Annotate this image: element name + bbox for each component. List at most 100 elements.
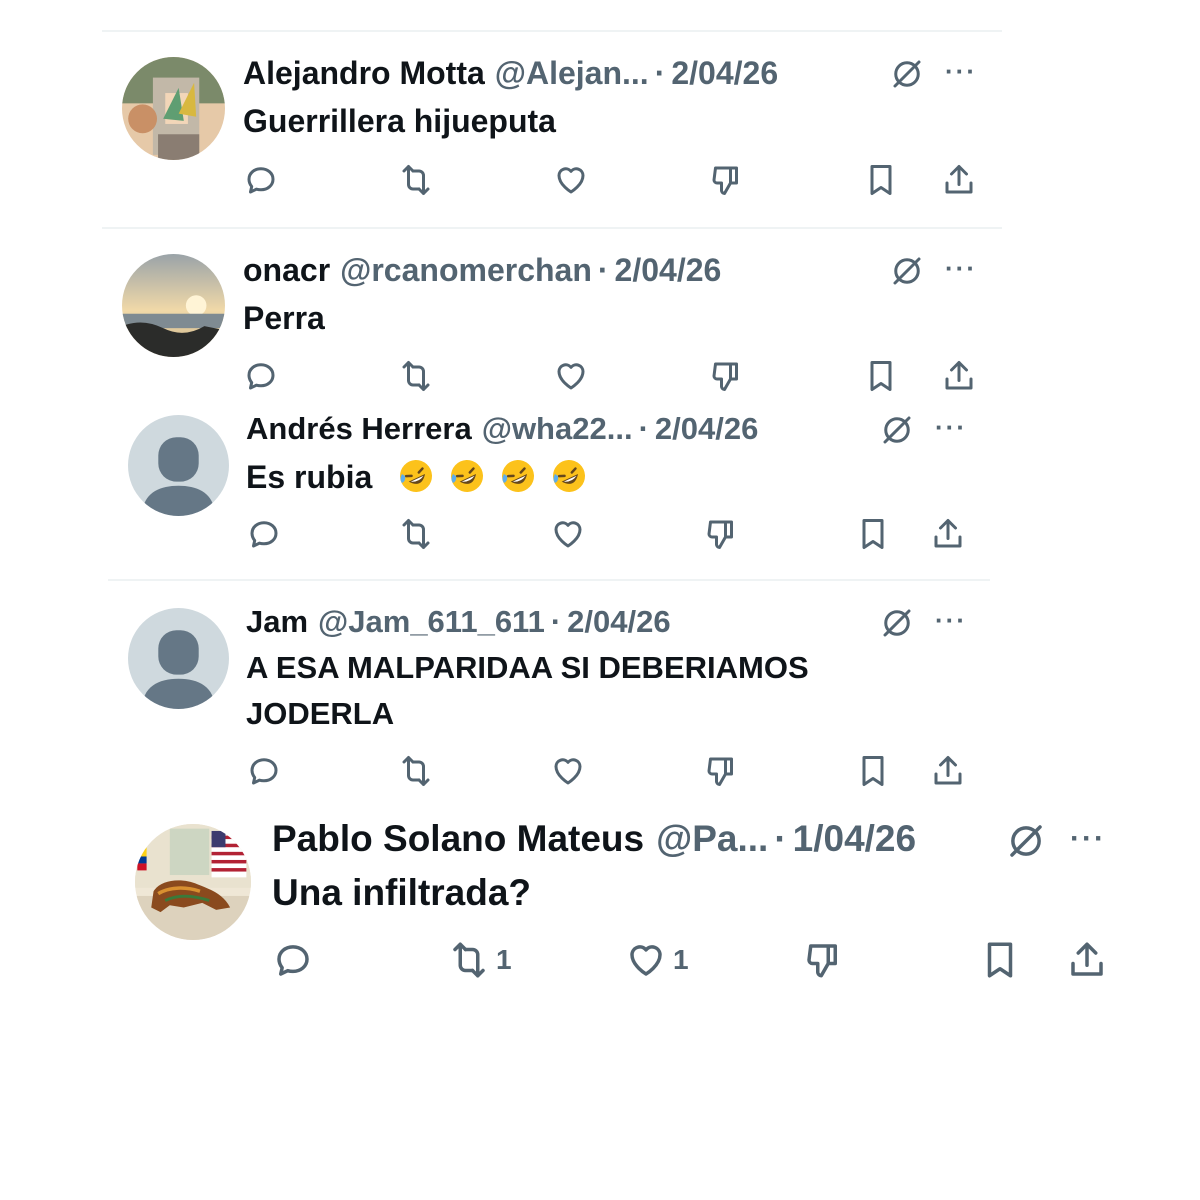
- dislike-button[interactable]: [703, 516, 739, 552]
- rofl-emoji: [552, 460, 585, 492]
- post-text: Una infiltrada?: [272, 872, 532, 913]
- reply-icon: [250, 758, 278, 785]
- rofl-emoji: [501, 460, 534, 492]
- divider: [102, 227, 1002, 229]
- user-handle[interactable]: @Pa...: [656, 818, 768, 860]
- default-avatar[interactable]: [128, 608, 229, 709]
- display-name[interactable]: onacr: [243, 252, 330, 289]
- repost-button[interactable]: [398, 358, 440, 394]
- reply-button[interactable]: [272, 939, 320, 981]
- share-button[interactable]: [930, 516, 966, 552]
- heart-icon: [630, 945, 662, 976]
- share-icon: [945, 361, 973, 390]
- post-header: onacr @rcanomerchan · 2/04/26: [243, 252, 721, 289]
- bookmark-button[interactable]: [855, 753, 891, 789]
- post-date[interactable]: 2/04/26: [615, 252, 722, 289]
- post-pablo-solano-mateus[interactable]: Pablo Solano Mateus @Pa... · 1/04/26 ···…: [0, 0, 1200, 978]
- post-text: Guerrillera hijueputa: [243, 103, 556, 139]
- user-handle[interactable]: @rcanomerchan: [340, 252, 592, 289]
- bookmark-icon: [862, 519, 884, 549]
- dislike-button[interactable]: [802, 939, 844, 981]
- repost-button[interactable]: [398, 753, 440, 789]
- heart-icon: [557, 363, 585, 390]
- display-name[interactable]: Andrés Herrera: [246, 411, 472, 447]
- display-name[interactable]: Alejandro Motta: [243, 55, 485, 92]
- divider: [108, 579, 990, 581]
- display-name[interactable]: Jam: [246, 604, 308, 640]
- post-text-content: Es rubia: [246, 459, 373, 495]
- post-header: Andrés Herrera @wha22... · 2/04/26: [246, 411, 758, 447]
- dislike-button[interactable]: [708, 162, 744, 198]
- share-button[interactable]: [941, 358, 977, 394]
- separator-dot: ·: [597, 252, 609, 288]
- dislike-icon: [707, 520, 733, 549]
- like-button[interactable]: [553, 162, 595, 198]
- post-alejandro-motta[interactable]: Alejandro Motta @Alejan... · 2/04/26 ···…: [0, 0, 1200, 227]
- user-handle[interactable]: @Jam_611_611: [318, 604, 545, 640]
- repost-count: 1: [496, 944, 512, 975]
- bookmark-icon: [987, 942, 1013, 978]
- repost-button[interactable]: [398, 516, 440, 552]
- reply-button[interactable]: [243, 358, 285, 394]
- more-icon[interactable]: ···: [935, 412, 967, 443]
- share-button[interactable]: [930, 753, 966, 789]
- bookmark-icon: [870, 361, 892, 391]
- heart-icon: [557, 167, 585, 194]
- dislike-button[interactable]: [703, 753, 739, 789]
- like-button[interactable]: 1: [625, 939, 689, 981]
- post-text-line-1: A ESA MALPARIDAA SI DEBERIAMOS: [246, 650, 809, 685]
- bookmark-button[interactable]: [855, 516, 891, 552]
- share-icon: [934, 519, 962, 548]
- dislike-button[interactable]: [708, 358, 744, 394]
- share-icon: [1071, 942, 1103, 976]
- post-date[interactable]: 2/04/26: [671, 55, 778, 92]
- display-name[interactable]: Pablo Solano Mateus: [272, 818, 644, 860]
- post-date[interactable]: 2/04/26: [567, 604, 670, 640]
- grok-icon[interactable]: [879, 412, 915, 453]
- post-date[interactable]: 2/04/26: [655, 411, 758, 447]
- grok-icon[interactable]: [889, 56, 925, 97]
- repost-icon: [402, 519, 430, 549]
- reply-button[interactable]: [246, 753, 288, 789]
- bookmark-button[interactable]: [979, 939, 1021, 981]
- separator-dot: ·: [638, 411, 649, 446]
- reply-button[interactable]: [246, 516, 288, 552]
- reply-button[interactable]: [243, 162, 285, 198]
- reply-icon: [277, 945, 309, 976]
- heart-icon: [554, 758, 582, 785]
- avatar[interactable]: [135, 824, 251, 940]
- repost-icon: [402, 756, 430, 786]
- like-button[interactable]: [553, 358, 595, 394]
- post-header: Alejandro Motta @Alejan... · 2/04/26: [243, 55, 778, 92]
- grok-icon[interactable]: [879, 605, 915, 646]
- like-button[interactable]: [550, 516, 592, 552]
- like-button[interactable]: [550, 753, 592, 789]
- avatar[interactable]: [122, 254, 225, 357]
- repost-icon: [453, 942, 485, 978]
- avatar[interactable]: [122, 57, 225, 160]
- reply-icon: [247, 167, 275, 194]
- grok-icon[interactable]: [1005, 820, 1047, 867]
- share-icon: [945, 165, 973, 194]
- share-button[interactable]: [1066, 939, 1108, 981]
- more-icon[interactable]: ···: [935, 605, 967, 636]
- rofl-emoji: [400, 460, 433, 492]
- more-icon[interactable]: ···: [945, 253, 977, 284]
- user-handle[interactable]: @Alejan...: [495, 55, 649, 92]
- bookmark-button[interactable]: [863, 162, 899, 198]
- reply-icon: [250, 521, 278, 548]
- post-date[interactable]: 1/04/26: [793, 818, 916, 860]
- more-icon[interactable]: ···: [1070, 822, 1106, 856]
- post-header: Jam @Jam_611_611 · 2/04/26: [246, 604, 671, 640]
- post-text-line-2: JODERLA: [246, 696, 395, 731]
- default-avatar[interactable]: [128, 415, 229, 516]
- share-button[interactable]: [941, 162, 977, 198]
- user-handle[interactable]: @wha22...: [482, 411, 633, 447]
- bookmark-button[interactable]: [863, 358, 899, 394]
- grok-icon[interactable]: [889, 253, 925, 294]
- repost-button[interactable]: 1: [448, 939, 512, 981]
- dislike-icon: [807, 944, 837, 978]
- repost-button[interactable]: [398, 162, 440, 198]
- like-count: 1: [673, 944, 689, 975]
- more-icon[interactable]: ···: [945, 56, 977, 87]
